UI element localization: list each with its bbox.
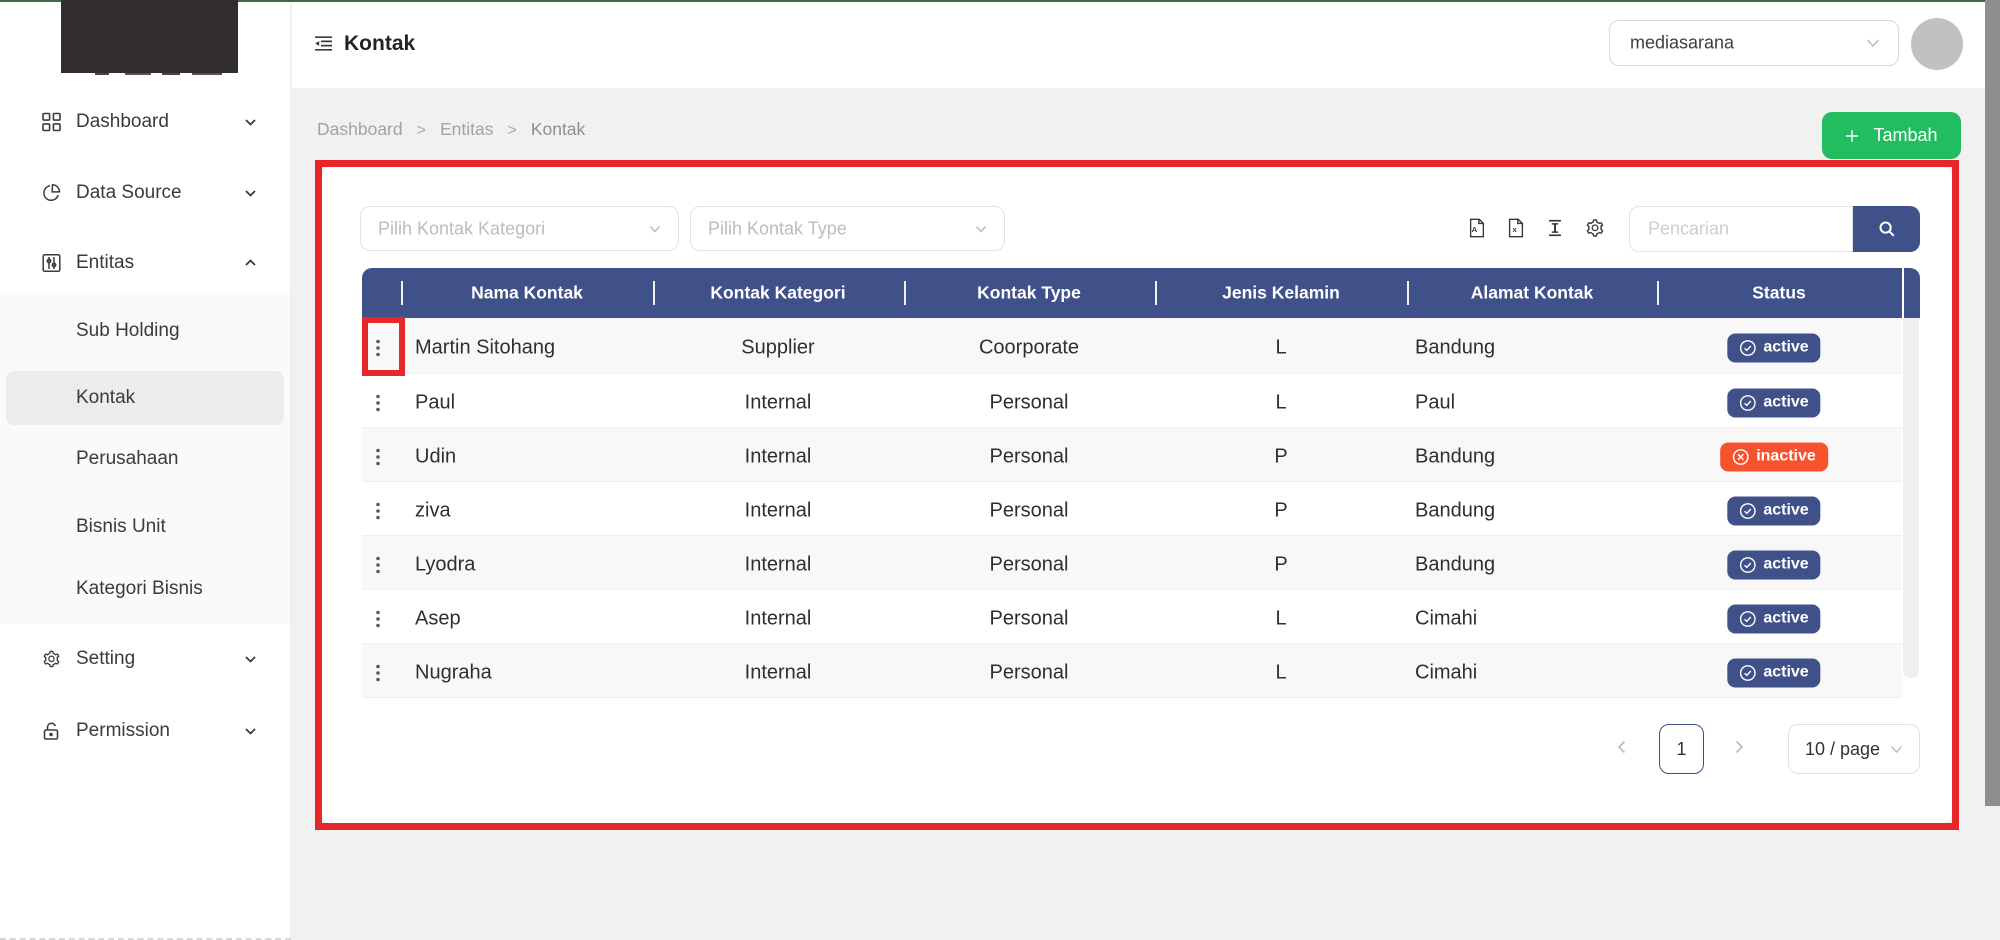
svg-text:x: x	[1512, 225, 1517, 234]
svg-text:A: A	[1472, 225, 1478, 234]
